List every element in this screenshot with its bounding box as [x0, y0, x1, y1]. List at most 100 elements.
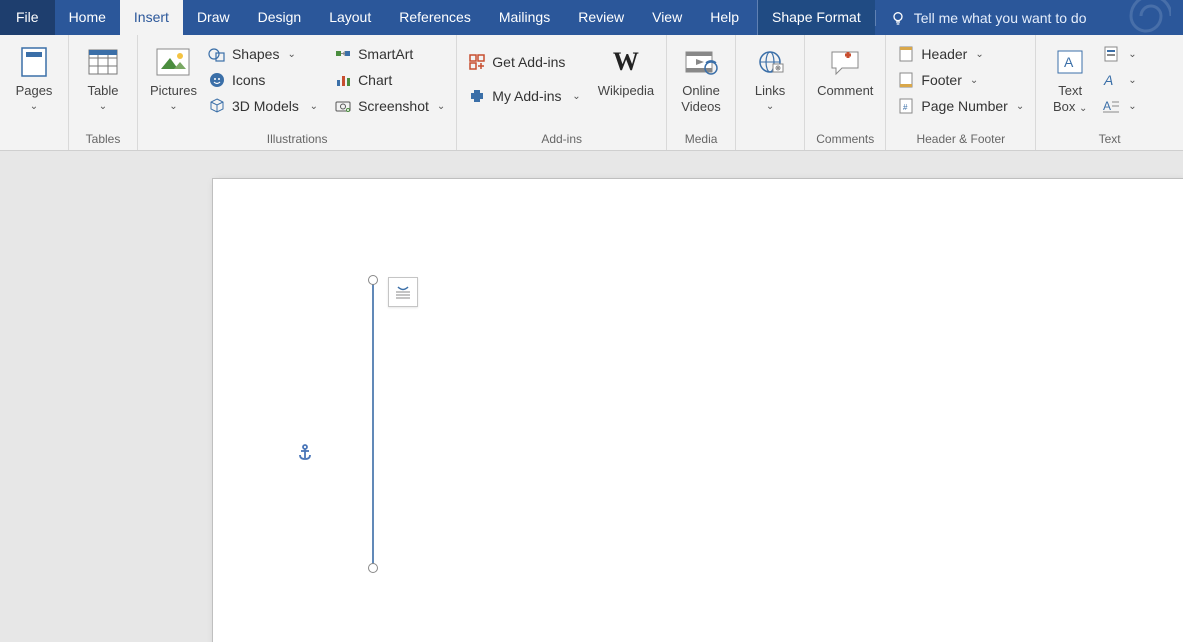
- svg-text:A: A: [1064, 54, 1074, 70]
- wordart-icon: A: [1102, 71, 1120, 89]
- tab-shape-format[interactable]: Shape Format: [758, 0, 875, 35]
- chevron-down-icon: ⌄: [1128, 49, 1136, 60]
- ribbon-tab-bar: File Home Insert Draw Design Layout Refe…: [0, 0, 1183, 35]
- quick-parts-button[interactable]: ⌄: [1100, 43, 1138, 65]
- icons-icon: [208, 71, 226, 89]
- tab-help[interactable]: Help: [696, 0, 753, 35]
- group-label-comments: Comments: [811, 130, 879, 150]
- shapes-button[interactable]: Shapes ⌄: [203, 43, 323, 65]
- screenshot-icon: [334, 97, 352, 115]
- tell-me-label: Tell me what you want to do: [914, 10, 1087, 26]
- drop-cap-button[interactable]: A ⌄: [1100, 95, 1138, 117]
- svg-text:#: #: [903, 103, 908, 112]
- wikipedia-button[interactable]: W Wikipedia: [592, 39, 660, 103]
- layout-options-icon: [393, 282, 413, 302]
- group-label-illustrations: Illustrations: [144, 130, 450, 150]
- group-media: OnlineVideos Media: [667, 35, 736, 150]
- pictures-icon: [154, 43, 192, 81]
- pages-button[interactable]: Pages ⌄: [6, 39, 62, 117]
- tab-view[interactable]: View: [638, 0, 696, 35]
- icons-button[interactable]: Icons: [203, 69, 323, 91]
- chevron-down-icon: ⌄: [287, 49, 295, 60]
- table-button[interactable]: Table ⌄: [75, 39, 131, 117]
- my-addins-button[interactable]: My Add-ins ⌄: [463, 85, 585, 107]
- line-shape[interactable]: [372, 281, 374, 567]
- chevron-down-icon: ⌄: [1128, 75, 1136, 86]
- layout-options-button[interactable]: [388, 277, 418, 307]
- tab-design[interactable]: Design: [244, 0, 316, 35]
- group-text: A TextBox ⌄ ⌄ A ⌄ A ⌄ Text: [1036, 35, 1183, 150]
- chevron-down-icon: ⌄: [1016, 101, 1024, 112]
- shape-handle-top[interactable]: [368, 275, 378, 285]
- lightbulb-icon: [890, 10, 906, 26]
- group-pages: Pages ⌄: [0, 35, 69, 150]
- tab-draw[interactable]: Draw: [183, 0, 244, 35]
- shapes-icon: [208, 45, 226, 63]
- footer-button[interactable]: Footer ⌄: [892, 69, 1029, 91]
- chevron-down-icon: ⌄: [1128, 101, 1136, 112]
- group-label-media: Media: [673, 130, 729, 150]
- addin-icon: [468, 87, 486, 105]
- tab-mailings[interactable]: Mailings: [485, 0, 564, 35]
- comment-icon: [826, 43, 864, 81]
- document-page[interactable]: [213, 179, 1183, 642]
- quick-parts-icon: [1102, 45, 1120, 63]
- chevron-down-icon: ⌄: [970, 75, 978, 86]
- drop-cap-icon: A: [1102, 97, 1120, 115]
- chevron-down-icon: ⌄: [30, 101, 38, 113]
- chevron-down-icon: ⌄: [1079, 103, 1087, 114]
- group-addins: Get Add-ins My Add-ins ⌄ W Wikipedia Add…: [457, 35, 667, 150]
- video-icon: [682, 43, 720, 81]
- cube-icon: [208, 97, 226, 115]
- group-label-text: Text: [1042, 130, 1177, 150]
- shape-handle-bottom[interactable]: [368, 563, 378, 573]
- tab-references[interactable]: References: [385, 0, 485, 35]
- chevron-down-icon: ⌄: [307, 101, 318, 112]
- chevron-down-icon: ⌄: [766, 101, 774, 113]
- get-addins-button[interactable]: Get Add-ins: [463, 51, 585, 73]
- table-icon: [84, 43, 122, 81]
- svg-text:A: A: [1103, 99, 1111, 113]
- ribbon: Pages ⌄ Table ⌄ Tables Pictures: [0, 35, 1183, 151]
- tab-insert[interactable]: Insert: [120, 0, 183, 35]
- page-number-button[interactable]: # Page Number ⌄: [892, 95, 1029, 117]
- document-workspace[interactable]: [0, 151, 1183, 642]
- wikipedia-icon: W: [607, 43, 645, 81]
- 3d-models-button[interactable]: 3D Models ⌄: [203, 95, 323, 117]
- screenshot-button[interactable]: Screenshot ⌄: [329, 95, 450, 117]
- tab-file[interactable]: File: [0, 0, 55, 35]
- group-tables: Table ⌄ Tables: [69, 35, 138, 150]
- anchor-icon[interactable]: [296, 443, 314, 466]
- chevron-down-icon: ⌄: [169, 101, 177, 113]
- tab-layout[interactable]: Layout: [315, 0, 385, 35]
- group-label-addins: Add-ins: [463, 130, 660, 150]
- link-icon: [751, 43, 789, 81]
- group-label-tables: Tables: [75, 130, 131, 150]
- group-illustrations: Pictures ⌄ Shapes ⌄ Icons 3D Models ⌄: [138, 35, 457, 150]
- chevron-down-icon: ⌄: [570, 91, 581, 102]
- chart-button[interactable]: Chart: [329, 69, 450, 91]
- page-number-icon: #: [897, 97, 915, 115]
- svg-text:A: A: [1103, 72, 1113, 88]
- group-header-footer: Header ⌄ Footer ⌄ # Page Number ⌄ Header…: [886, 35, 1036, 150]
- header-button[interactable]: Header ⌄: [892, 43, 1029, 65]
- comment-button[interactable]: Comment: [811, 39, 879, 103]
- store-icon: [468, 53, 486, 71]
- smartart-button[interactable]: SmartArt: [329, 43, 450, 65]
- pictures-button[interactable]: Pictures ⌄: [144, 39, 203, 117]
- header-icon: [897, 45, 915, 63]
- wordart-button[interactable]: A ⌄: [1100, 69, 1138, 91]
- tab-home[interactable]: Home: [55, 0, 120, 35]
- tell-me-search[interactable]: Tell me what you want to do: [875, 10, 1101, 26]
- smartart-icon: [334, 45, 352, 63]
- tab-review[interactable]: Review: [564, 0, 638, 35]
- online-videos-button[interactable]: OnlineVideos: [673, 39, 729, 118]
- group-comments: Comment Comments: [805, 35, 886, 150]
- text-box-button[interactable]: A TextBox ⌄: [1042, 39, 1098, 119]
- text-box-icon: A: [1051, 43, 1089, 81]
- chevron-down-icon: ⌄: [99, 101, 107, 113]
- chevron-down-icon: ⌄: [437, 101, 445, 112]
- decorative-spiral-icon: [1111, 0, 1171, 36]
- links-button[interactable]: Links ⌄: [742, 39, 798, 117]
- group-links: Links ⌄: [736, 35, 805, 150]
